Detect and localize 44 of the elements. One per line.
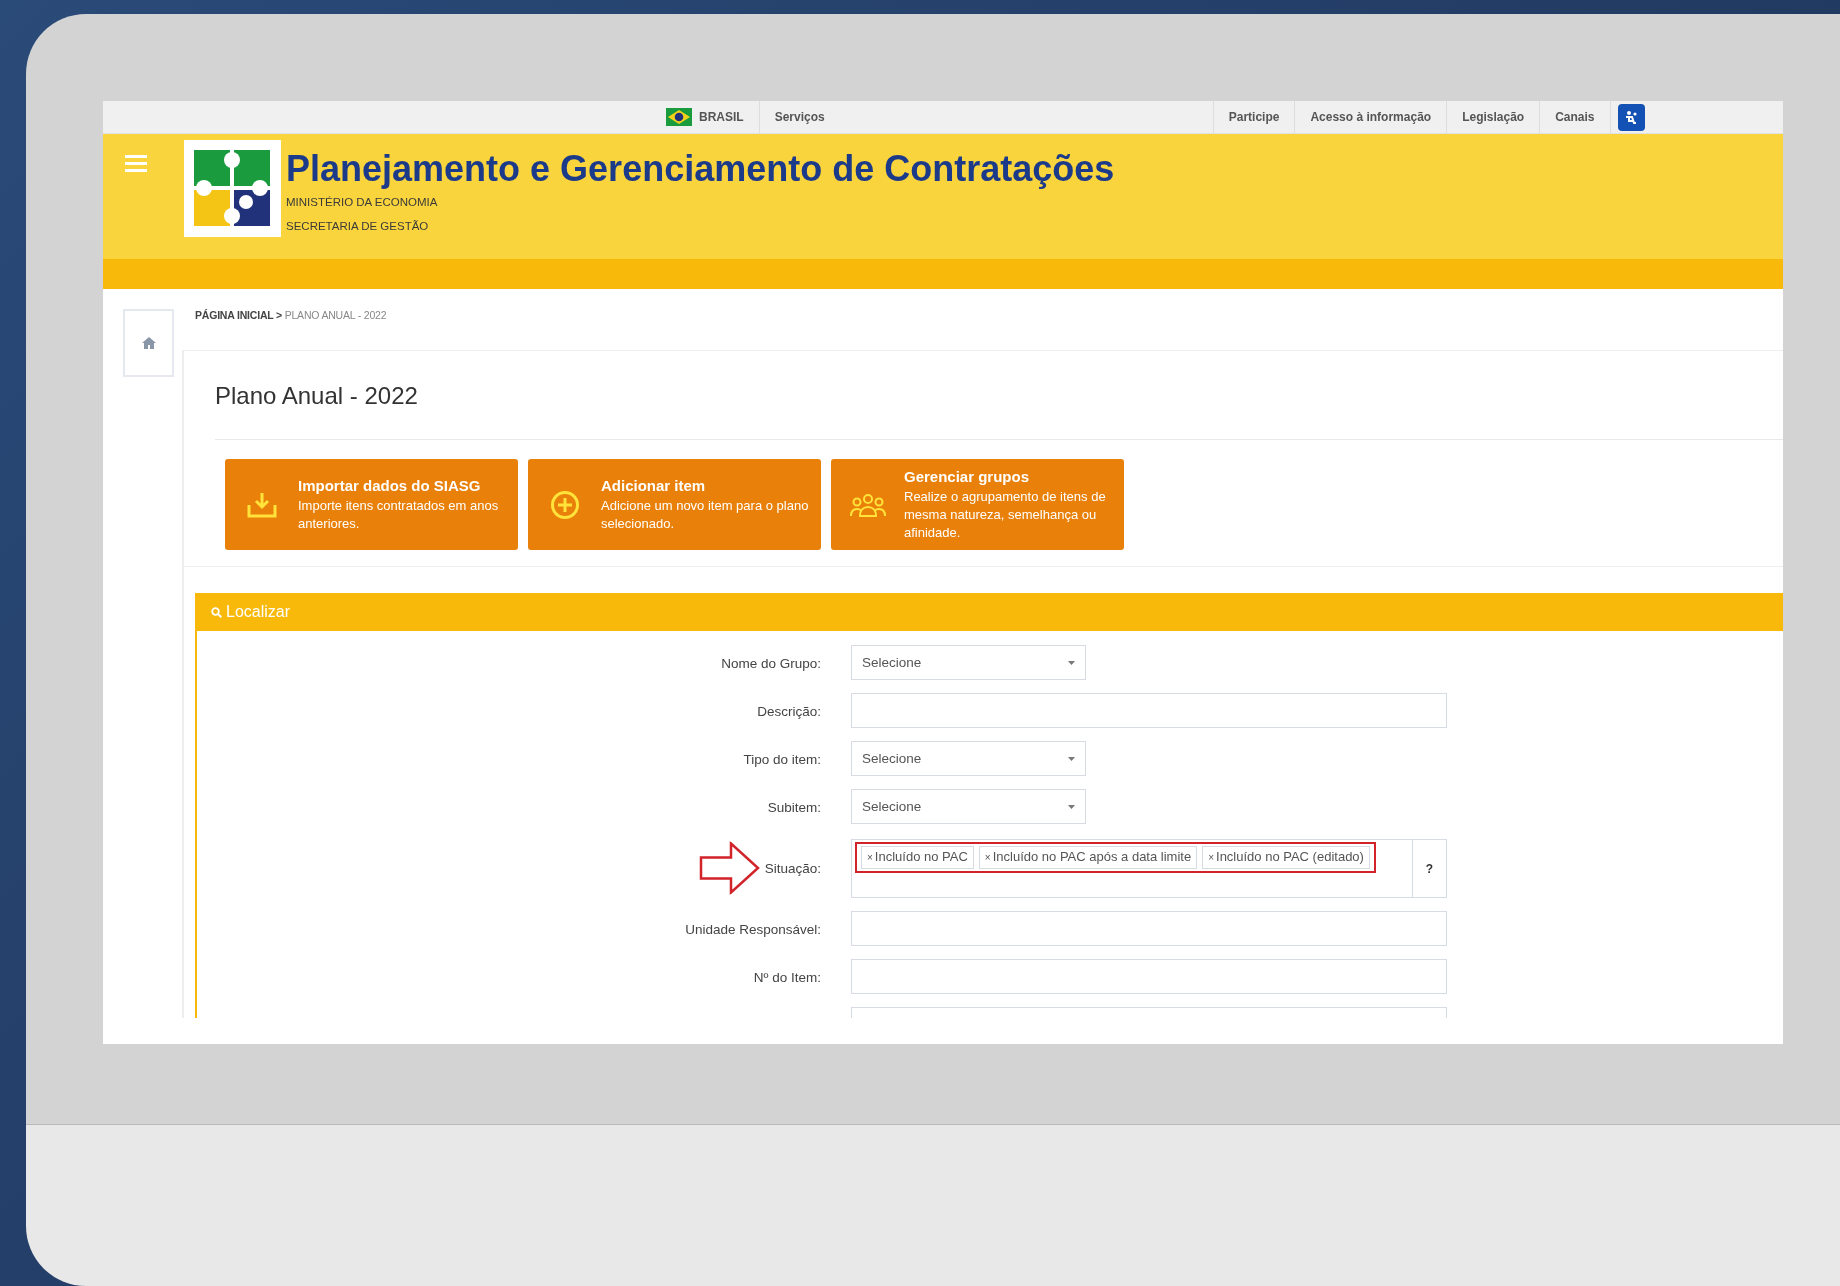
filter-tag[interactable]: ×Incluído no PAC [861, 846, 974, 869]
breadcrumb-separator: > [275, 309, 283, 321]
site-subtitle: MINISTÉRIO DA ECONOMIA [286, 195, 439, 210]
home-button[interactable] [123, 309, 174, 377]
nav-link[interactable]: Participe [1212, 101, 1295, 133]
accessibility-icon[interactable] [1617, 103, 1645, 131]
flag-icon [666, 108, 692, 126]
input-field[interactable] [851, 911, 1447, 946]
filter-tag[interactable]: ×Incluído no PAC (editado) [1202, 846, 1370, 869]
nav-link[interactable]: Legislação [1446, 101, 1540, 133]
site-title: Planejamento e Gerenciamento de Contratações [286, 148, 1115, 190]
select-field[interactable]: Selecione [851, 645, 1086, 680]
input-field[interactable] [851, 959, 1447, 994]
section-title: Localizar [226, 603, 291, 621]
page-title: Plano Anual - 2022 [215, 351, 1783, 440]
plus-circle-icon [549, 489, 580, 520]
menu-icon[interactable] [125, 154, 147, 172]
field-label: Situação: [764, 860, 821, 876]
caret-icon [1068, 804, 1075, 809]
tag-input-field[interactable]: ×Incluído no PAC ×Incluído no PAC após a data limite ×Incluído no PAC (editado) ? [851, 839, 1447, 898]
caret-icon [1068, 660, 1075, 665]
services-link[interactable]: Serviços [758, 101, 840, 133]
people-icon [849, 491, 886, 518]
caret-icon [1068, 756, 1075, 761]
field-label: Nº do Item: [753, 969, 821, 985]
select-field[interactable]: Selecione [851, 741, 1086, 776]
breadcrumb-current: PLANO ANUAL - 2022 [284, 309, 387, 321]
download-icon [246, 490, 277, 519]
search-icon [211, 606, 222, 618]
site-subtitle: SECRETARIA DE GESTÃO [286, 219, 430, 234]
field-label: Descrição: [757, 703, 821, 719]
select-field[interactable]: Selecione [851, 789, 1086, 824]
nav-link[interactable]: Canais [1539, 101, 1611, 133]
input-field[interactable] [851, 693, 1447, 728]
country-label[interactable]: BRASIL [699, 110, 744, 124]
field-label: Unidade Responsável: [685, 921, 821, 937]
field-label: Subitem: [767, 799, 821, 815]
nav-link[interactable]: Acesso à informação [1294, 101, 1447, 133]
help-button[interactable]: ? [1412, 840, 1446, 897]
field-label: Tipo do item: [743, 751, 821, 767]
filter-tag[interactable]: ×Incluído no PAC após a data limite [978, 846, 1198, 869]
breadcrumb-link[interactable]: PÁGINA INICIAL [195, 309, 274, 321]
home-icon [141, 337, 156, 349]
field-label: Nome do Grupo: [721, 655, 821, 671]
